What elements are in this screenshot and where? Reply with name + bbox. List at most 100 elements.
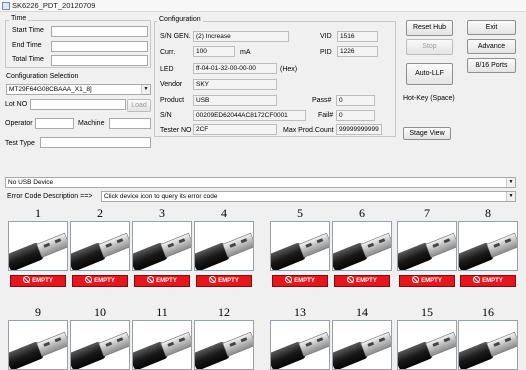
sn-gen-label: S/N GEN. bbox=[160, 33, 191, 40]
no-entry-icon bbox=[147, 276, 155, 283]
slot-number: 10 bbox=[94, 305, 106, 319]
usb-device-icon[interactable] bbox=[8, 320, 68, 370]
usb-device-icon[interactable] bbox=[194, 320, 254, 370]
end-time-field bbox=[51, 41, 148, 52]
load-button[interactable]: Load bbox=[127, 99, 151, 112]
usb-device-icon[interactable] bbox=[270, 320, 330, 370]
slot-number: 5 bbox=[297, 206, 303, 220]
usb-device-icon[interactable] bbox=[270, 221, 330, 271]
curr-label: Curr. bbox=[160, 49, 176, 56]
no-entry-icon bbox=[473, 276, 481, 283]
error-code-select[interactable]: Click device icon to query its error cod… bbox=[101, 191, 516, 202]
device-slot[interactable]: 14 bbox=[332, 305, 392, 370]
usb-device-icon[interactable] bbox=[70, 320, 130, 370]
stage-view-button[interactable]: Stage View bbox=[403, 127, 451, 140]
chevron-down-icon[interactable]: ▼ bbox=[141, 85, 150, 94]
hotkey-hint: Hot-Key (Space) bbox=[403, 95, 455, 102]
usb-device-icon[interactable] bbox=[132, 221, 192, 271]
test-type-label: Test Type bbox=[5, 140, 35, 147]
led-field: ff-04-01-32-00-00-00 bbox=[193, 63, 277, 74]
product-field: USB bbox=[193, 95, 277, 106]
no-entry-icon bbox=[209, 276, 217, 283]
usb-device-icon[interactable] bbox=[70, 221, 130, 271]
chevron-down-icon[interactable]: ▼ bbox=[506, 178, 515, 187]
configuration-group-title: Configuration bbox=[157, 16, 203, 23]
end-time-label: End Time bbox=[12, 42, 42, 49]
advance-button[interactable]: Advance bbox=[467, 39, 516, 54]
error-code-label: Error Code Description ==> bbox=[7, 193, 93, 200]
app-icon bbox=[2, 2, 10, 10]
device-status-select[interactable]: No USB Device ▼ bbox=[5, 177, 516, 188]
slot-status-text: EMPTY bbox=[32, 278, 53, 284]
usb-device-icon[interactable] bbox=[194, 221, 254, 271]
device-slot[interactable]: 3 EMPTY bbox=[132, 206, 192, 287]
fail-count-field: 0 bbox=[336, 110, 375, 121]
usb-device-icon[interactable] bbox=[132, 320, 192, 370]
vid-label: VID bbox=[320, 33, 332, 40]
machine-field[interactable] bbox=[109, 118, 151, 129]
slot-number: 4 bbox=[221, 206, 227, 220]
usb-device-icon[interactable] bbox=[8, 221, 68, 271]
operator-field[interactable] bbox=[35, 118, 74, 129]
config-select[interactable]: MT29F64G08CBAAA_X1_8] ▼ bbox=[6, 84, 151, 95]
slot-status-badge: EMPTY bbox=[72, 275, 128, 287]
product-label: Product bbox=[160, 97, 185, 104]
slot-number: 3 bbox=[159, 206, 165, 220]
slot-status-badge: EMPTY bbox=[272, 275, 328, 287]
slot-status-text: EMPTY bbox=[421, 278, 442, 284]
usb-device-icon[interactable] bbox=[332, 320, 392, 370]
device-slot[interactable]: 2 EMPTY bbox=[70, 206, 130, 287]
fail-label: Fail# bbox=[318, 112, 334, 119]
no-entry-icon bbox=[347, 276, 355, 283]
device-slot[interactable]: 13 bbox=[270, 305, 330, 370]
device-slot[interactable]: 1 EMPTY bbox=[8, 206, 68, 287]
device-slot[interactable]: 9 bbox=[8, 305, 68, 370]
lot-no-field[interactable] bbox=[30, 99, 126, 110]
exit-button[interactable]: Exit bbox=[467, 20, 516, 35]
usb-device-icon[interactable] bbox=[397, 221, 457, 271]
usb-device-icon[interactable] bbox=[458, 320, 518, 370]
auto-llf-button[interactable]: Auto-LLF bbox=[406, 63, 453, 85]
sn-label: S/N bbox=[160, 112, 172, 119]
device-slot[interactable]: 8 EMPTY bbox=[458, 206, 518, 287]
slot-status-text: EMPTY bbox=[294, 278, 315, 284]
device-slot[interactable]: 6 EMPTY bbox=[332, 206, 392, 287]
slot-status-badge: EMPTY bbox=[10, 275, 66, 287]
vid-field: 1516 bbox=[337, 31, 378, 42]
slot-status-text: EMPTY bbox=[94, 278, 115, 284]
pass-count-field: 0 bbox=[336, 95, 375, 106]
slot-status-badge: EMPTY bbox=[460, 275, 516, 287]
slot-number: 1 bbox=[35, 206, 41, 220]
device-slot[interactable]: 7 EMPTY bbox=[397, 206, 457, 287]
max-prod-count-label: Max Prod.Count bbox=[283, 127, 334, 134]
curr-unit: mA bbox=[240, 49, 251, 56]
device-slot[interactable]: 12 bbox=[194, 305, 254, 370]
tester-no-label: Tester NO bbox=[160, 127, 192, 134]
usb-device-icon[interactable] bbox=[332, 221, 392, 271]
slot-status-text: EMPTY bbox=[156, 278, 177, 284]
stop-button[interactable]: Stop bbox=[406, 39, 453, 55]
slot-status-badge: EMPTY bbox=[399, 275, 455, 287]
slot-status-badge: EMPTY bbox=[196, 275, 252, 287]
device-slot[interactable]: 10 bbox=[70, 305, 130, 370]
title-bar: SK6226_PDT_20120709 bbox=[0, 0, 526, 12]
device-slot[interactable]: 16 bbox=[458, 305, 518, 370]
led-label: LED bbox=[160, 66, 174, 73]
no-entry-icon bbox=[85, 276, 93, 283]
slot-status-text: EMPTY bbox=[356, 278, 377, 284]
test-type-field[interactable] bbox=[40, 137, 151, 148]
usb-device-icon[interactable] bbox=[397, 320, 457, 370]
usb-device-icon[interactable] bbox=[458, 221, 518, 271]
device-slot[interactable]: 5 EMPTY bbox=[270, 206, 330, 287]
reset-hub-button[interactable]: Reset Hub bbox=[406, 20, 453, 36]
device-slot[interactable]: 15 bbox=[397, 305, 457, 370]
slot-number: 6 bbox=[359, 206, 365, 220]
error-code-value: Click device icon to query its error cod… bbox=[104, 193, 218, 200]
sn-field: 00209ED62044AC8172CF0001 bbox=[193, 110, 306, 121]
ports-button[interactable]: 8/16 Ports bbox=[467, 58, 516, 73]
slot-number: 2 bbox=[97, 206, 103, 220]
chevron-down-icon[interactable]: ▼ bbox=[506, 192, 515, 201]
device-slot[interactable]: 4 EMPTY bbox=[194, 206, 254, 287]
device-slot[interactable]: 11 bbox=[132, 305, 192, 370]
total-time-label: Total Time bbox=[12, 56, 44, 63]
